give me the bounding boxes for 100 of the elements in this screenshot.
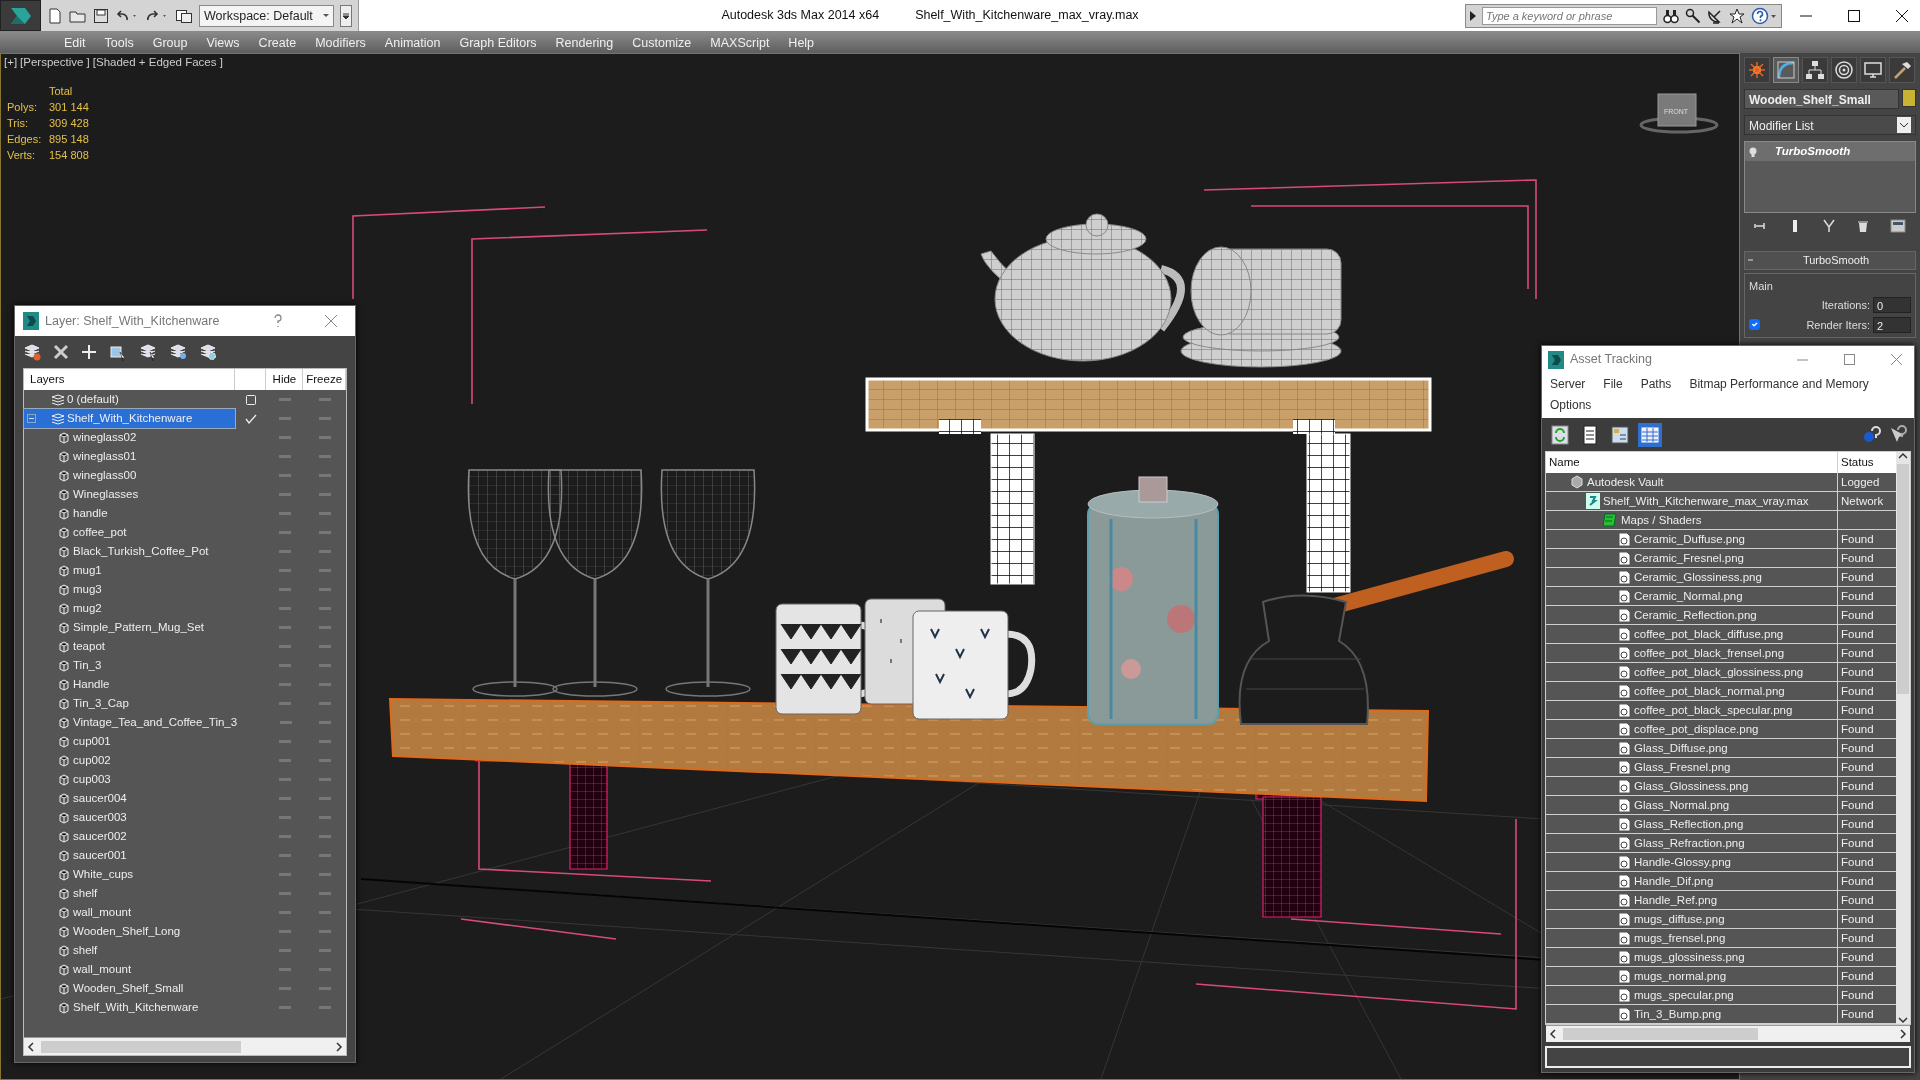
view-mode-button[interactable] bbox=[1638, 422, 1662, 447]
menu-item[interactable]: Server bbox=[1550, 375, 1586, 394]
layer-row[interactable]: 0 (default) bbox=[24, 390, 236, 409]
plus-icon[interactable] bbox=[81, 344, 97, 360]
layers-highlight-icon[interactable] bbox=[169, 343, 187, 361]
freeze-toggle[interactable] bbox=[318, 417, 331, 420]
search-field[interactable]: Type a keyword or phrase bbox=[1482, 6, 1657, 25]
object-name[interactable]: wineglass00 bbox=[73, 466, 137, 485]
asset-row[interactable]: mugs_diffuse.png bbox=[1546, 910, 1838, 929]
object-name[interactable]: Simple_Pattern_Mug_Set bbox=[73, 618, 205, 637]
object-name[interactable]: Tin_3 bbox=[73, 656, 102, 675]
asset-row[interactable]: Glass_Fresnel.png bbox=[1546, 758, 1838, 777]
asset-row[interactable]: Ceramic_Normal.png bbox=[1546, 587, 1838, 606]
object-name[interactable]: shelf bbox=[73, 941, 98, 960]
hide-toggle[interactable] bbox=[279, 778, 292, 781]
freeze-toggle[interactable] bbox=[318, 930, 331, 933]
menu-item[interactable]: Options bbox=[1550, 396, 1592, 415]
object-name[interactable]: wineglass02 bbox=[73, 428, 137, 447]
hide-toggle[interactable] bbox=[279, 436, 292, 439]
freeze-toggle[interactable] bbox=[318, 911, 331, 914]
hide-toggle[interactable] bbox=[279, 702, 292, 705]
object-name[interactable]: coffee_pot bbox=[73, 523, 127, 542]
hide-toggle[interactable] bbox=[279, 835, 292, 838]
panel-tab[interactable] bbox=[1744, 57, 1770, 83]
panel-tab[interactable] bbox=[1860, 57, 1886, 83]
object-name[interactable]: wall_mount bbox=[73, 960, 132, 979]
freeze-toggle[interactable] bbox=[319, 721, 331, 724]
hide-toggle[interactable] bbox=[279, 911, 292, 914]
asset-row[interactable]: mugs_frensel.png bbox=[1546, 929, 1838, 948]
new-layer-icon[interactable] bbox=[23, 343, 41, 361]
hide-toggle[interactable] bbox=[279, 607, 292, 610]
menu-item[interactable]: File bbox=[1603, 375, 1623, 394]
asset-row[interactable]: Ceramic_Reflection.png bbox=[1546, 606, 1838, 625]
panel-tab[interactable] bbox=[1802, 57, 1828, 83]
asset-row[interactable]: Autodesk Vault bbox=[1546, 473, 1838, 492]
scroll-right-icon[interactable] bbox=[335, 1041, 343, 1052]
object-name[interactable]: shelf bbox=[73, 884, 98, 903]
hide-toggle[interactable] bbox=[279, 645, 292, 648]
hide-toggle[interactable] bbox=[278, 417, 291, 420]
asset-row[interactable]: coffee_pot_black_glossiness.png bbox=[1546, 663, 1838, 682]
menu-item[interactable]: Group bbox=[144, 32, 199, 53]
freeze-toggle[interactable] bbox=[318, 512, 331, 515]
menu-item[interactable]: Customize bbox=[624, 32, 703, 53]
asset-row[interactable]: coffee_pot_black_specular.png bbox=[1546, 701, 1838, 720]
object-name[interactable]: Black_Turkish_Coffee_Pot bbox=[73, 542, 209, 561]
freeze-toggle[interactable] bbox=[318, 436, 331, 439]
render-iters-checkbox[interactable] bbox=[1749, 319, 1760, 331]
menu-item[interactable]: Edit bbox=[56, 32, 97, 53]
menu-item[interactable]: MAXScript bbox=[702, 32, 781, 53]
hide-toggle[interactable] bbox=[279, 721, 292, 724]
object-name[interactable]: cup001 bbox=[73, 732, 111, 751]
help-icon[interactable] bbox=[1751, 6, 1777, 25]
trash-icon[interactable] bbox=[1856, 219, 1870, 233]
help-icon[interactable] bbox=[273, 314, 283, 328]
object-name[interactable]: wineglass01 bbox=[73, 447, 137, 466]
freeze-toggle[interactable] bbox=[318, 702, 331, 705]
menu-item[interactable]: Create bbox=[250, 32, 308, 53]
hide-toggle[interactable] bbox=[279, 873, 292, 876]
render-iters-spinner[interactable]: 2 bbox=[1873, 316, 1911, 333]
iterations-spinner[interactable]: 0 bbox=[1873, 297, 1911, 314]
menu-item[interactable]: Modifiers bbox=[307, 32, 377, 53]
object-name[interactable]: Wooden_Shelf_Long bbox=[73, 922, 181, 941]
object-name[interactable]: mug3 bbox=[73, 580, 102, 599]
asset-row[interactable]: coffee_pot_displace.png bbox=[1546, 720, 1838, 739]
scroll-left-icon[interactable] bbox=[1549, 1029, 1557, 1040]
scroll-down-icon[interactable] bbox=[1898, 1016, 1908, 1025]
asset-row[interactable]: Tin_3_Bump.png bbox=[1546, 1005, 1838, 1024]
object-name[interactable]: Tin_3_Cap bbox=[73, 694, 129, 713]
expand-arrow-icon[interactable] bbox=[1470, 10, 1476, 21]
freeze-toggle[interactable] bbox=[318, 835, 331, 838]
asset-row[interactable]: Glass_Normal.png bbox=[1546, 796, 1838, 815]
freeze-toggle[interactable] bbox=[318, 569, 331, 572]
hide-toggle[interactable] bbox=[279, 968, 292, 971]
asset-row[interactable]: coffee_pot_black_frensel.png bbox=[1546, 644, 1838, 663]
object-name[interactable]: mug2 bbox=[73, 599, 102, 618]
help-globe-icon[interactable] bbox=[1862, 424, 1882, 445]
check-icon[interactable] bbox=[245, 413, 257, 424]
asset-row[interactable]: mugs_normal.png bbox=[1546, 967, 1838, 986]
menu-item[interactable]: Views bbox=[198, 32, 251, 53]
binoculars-icon[interactable] bbox=[1663, 7, 1679, 24]
column-header[interactable]: Freeze bbox=[306, 370, 343, 389]
asset-row[interactable]: Glass_Glossiness.png bbox=[1546, 777, 1838, 796]
menu-item[interactable]: Graph Editors bbox=[451, 32, 548, 53]
hide-toggle[interactable] bbox=[279, 1006, 292, 1009]
freeze-toggle[interactable] bbox=[318, 493, 331, 496]
hide-toggle[interactable] bbox=[279, 531, 292, 534]
object-name[interactable]: wall_mount bbox=[73, 903, 132, 922]
object-name[interactable]: cup002 bbox=[73, 751, 111, 770]
layers-gear-icon[interactable] bbox=[199, 343, 217, 361]
freeze-toggle[interactable] bbox=[318, 531, 331, 534]
hide-toggle[interactable] bbox=[279, 930, 292, 933]
object-name[interactable]: Vintage_Tea_and_Coffee_Tin_3 bbox=[73, 713, 238, 732]
scroll-up-icon[interactable] bbox=[1898, 452, 1908, 461]
menu-item[interactable]: Help bbox=[780, 32, 826, 53]
freeze-toggle[interactable] bbox=[318, 968, 331, 971]
hide-toggle[interactable] bbox=[279, 455, 292, 458]
freeze-toggle[interactable] bbox=[318, 759, 331, 762]
object-name-field[interactable]: Wooden_Shelf_Small bbox=[1744, 89, 1899, 109]
delete-icon[interactable] bbox=[53, 344, 69, 360]
asset-row[interactable]: Handle_Ref.png bbox=[1546, 891, 1838, 910]
